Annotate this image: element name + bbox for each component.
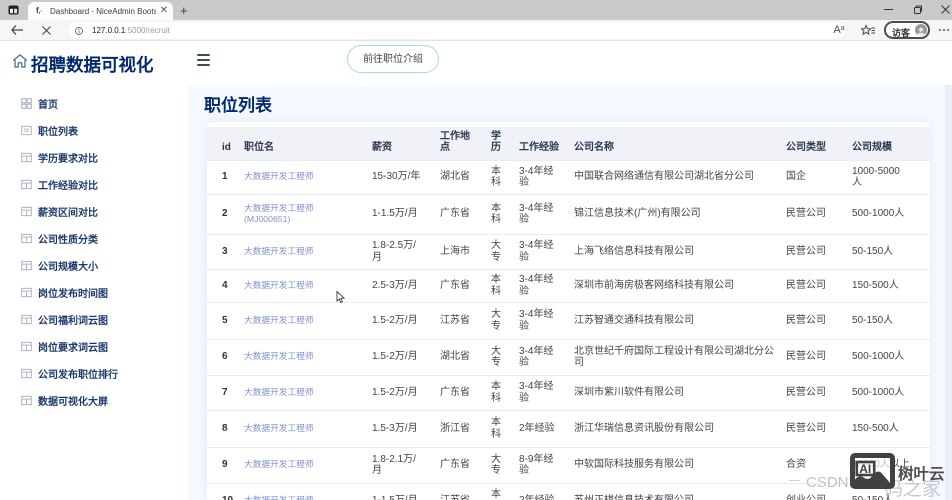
svg-text:AI: AI [859, 462, 871, 476]
